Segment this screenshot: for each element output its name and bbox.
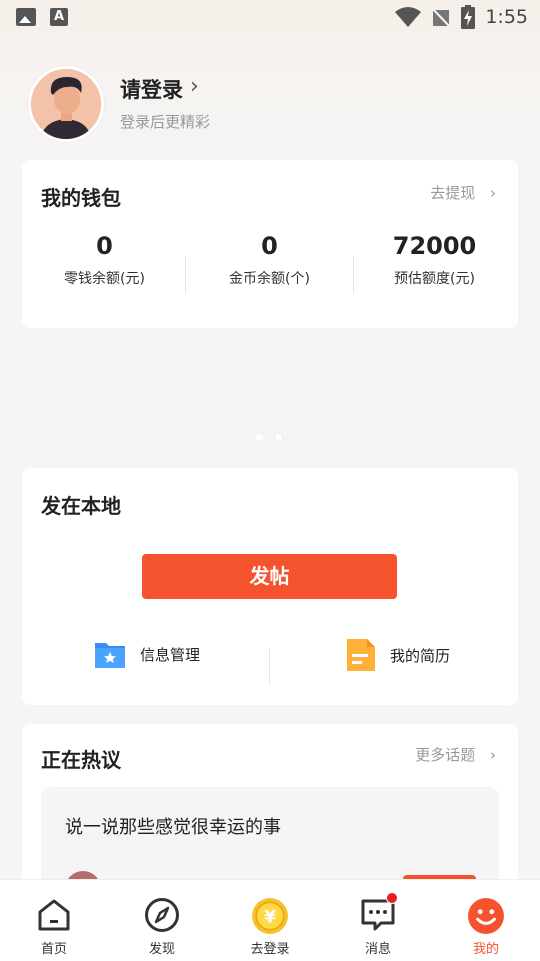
wifi-icon — [395, 7, 422, 27]
home-icon — [38, 899, 70, 931]
wallet-label: 零钱余额(元) — [64, 271, 145, 287]
info-management-item[interactable]: 信息管理 — [94, 638, 200, 670]
svg-text:¥: ¥ — [264, 906, 276, 926]
smile-icon — [468, 898, 504, 934]
wallet-value: 0 — [96, 232, 113, 260]
my-resume-item[interactable]: 我的简历 — [346, 638, 450, 672]
post-button[interactable]: 发帖 — [142, 554, 397, 599]
wallet-item-change[interactable]: 0 零钱余额(元) — [22, 232, 187, 288]
wallet-item-quota[interactable]: 72000 预估额度(元) — [352, 232, 517, 288]
wallet-title: 我的钱包 — [41, 186, 121, 210]
nav-label: 发现 — [148, 942, 175, 957]
login-title[interactable]: 请登录 — [120, 74, 183, 104]
nav-item-mine[interactable]: 我的 — [432, 880, 540, 961]
info-management-label: 信息管理 — [140, 645, 201, 664]
wallet-item-coins[interactable]: 0 金币余额(个) — [187, 232, 352, 288]
nav-item-home[interactable]: 首页 — [0, 880, 108, 961]
unread-badge — [386, 892, 398, 904]
nav-item-login[interactable]: ¥ 去登录 — [216, 880, 324, 961]
coin-icon: ¥ — [252, 898, 288, 934]
folder-star-icon — [95, 643, 125, 668]
chevron-right-icon: › — [490, 184, 496, 202]
avatar[interactable] — [28, 66, 104, 142]
status-bar: A 1:55 — [0, 0, 540, 36]
avatar-illustration — [31, 69, 101, 139]
my-resume-label: 我的简历 — [390, 646, 451, 665]
wallet-card: 我的钱包 去提现 › 0 零钱余额(元) 0 金币余额(个) 72000 预估额… — [22, 160, 518, 328]
pager-dot[interactable] — [256, 434, 263, 441]
nav-item-discover[interactable]: 发现 — [108, 880, 216, 961]
divider — [269, 648, 270, 686]
nav-label: 消息 — [364, 942, 391, 957]
banner-pager — [256, 434, 282, 441]
hot-title: 正在热议 — [41, 748, 121, 772]
status-time: 1:55 — [485, 6, 528, 28]
local-card: 发在本地 发帖 信息管理 我的简历 — [22, 468, 518, 705]
wallet-value: 0 — [261, 232, 278, 260]
no-signal-icon — [431, 7, 452, 28]
withdraw-link[interactable]: 去提现 › — [430, 182, 496, 203]
more-topics-link[interactable]: 更多话题 › — [415, 744, 496, 765]
chevron-right-icon[interactable]: › — [190, 74, 199, 99]
withdraw-link-label: 去提现 — [430, 184, 476, 202]
battery-charging-icon — [461, 5, 476, 29]
topic-text: 说一说那些感觉很幸运的事 — [65, 817, 281, 838]
font-notification-icon: A — [50, 8, 68, 26]
compass-icon — [145, 898, 179, 932]
resume-icon — [347, 639, 375, 671]
wallet-label: 金币余额(个) — [229, 271, 310, 287]
pager-dot-active[interactable] — [275, 434, 282, 441]
local-title: 发在本地 — [41, 494, 121, 518]
bottom-navigation: 首页 发现 ¥ 去登录 消息 我的 — [0, 879, 540, 961]
gallery-notification-icon — [16, 8, 36, 26]
more-topics-label: 更多话题 — [415, 746, 476, 764]
login-subtitle: 登录后更精彩 — [120, 113, 211, 131]
wallet-value: 72000 — [392, 232, 477, 260]
nav-label: 去登录 — [250, 942, 290, 957]
wallet-label: 预估额度(元) — [394, 271, 475, 287]
chevron-right-icon: › — [490, 746, 496, 764]
nav-label: 我的 — [472, 942, 499, 957]
nav-item-messages[interactable]: 消息 — [324, 880, 432, 961]
divider — [185, 256, 186, 294]
nav-label: 首页 — [40, 942, 67, 957]
